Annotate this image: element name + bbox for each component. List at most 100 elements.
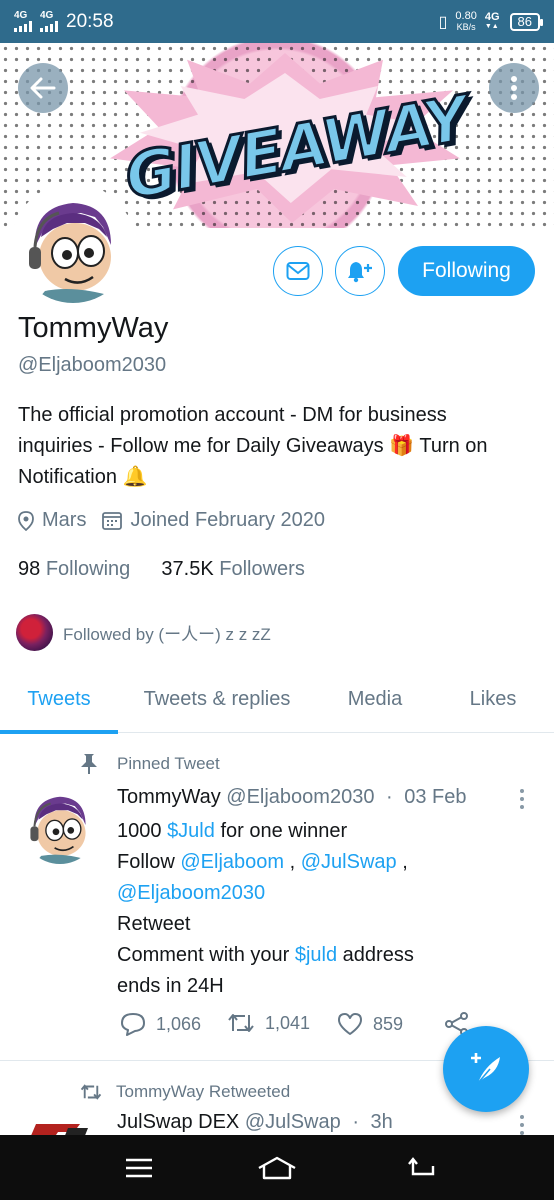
back-button[interactable]	[18, 63, 68, 113]
tab-likes[interactable]: Likes	[450, 665, 536, 733]
tab-tweets-replies[interactable]: Tweets & replies	[126, 665, 308, 733]
bell-plus-icon	[348, 262, 372, 283]
profile-handle: @Eljaboom2030	[18, 354, 167, 376]
network-speed: 0.80 KB/s	[455, 9, 477, 33]
mention-link[interactable]: @JulSwap	[301, 851, 397, 873]
tab-media[interactable]: Media	[330, 665, 420, 733]
tweet-header: TommyWay @Eljaboom2030 · 03 Feb	[117, 786, 467, 809]
following-count: 98	[18, 558, 41, 580]
notifications-button[interactable]	[335, 246, 385, 296]
speed-value: 0.80	[455, 9, 477, 22]
profile-name: TommyWay	[18, 312, 169, 344]
network-type-3: 4G	[484, 10, 500, 23]
tweet-author-name[interactable]: TommyWay	[117, 786, 221, 808]
following-button[interactable]: Following	[398, 246, 535, 296]
profile-meta: Mars Joined February 2020	[18, 509, 341, 532]
vibrate-icon: ▯	[438, 13, 448, 31]
tweet-text: ,	[402, 851, 408, 873]
compose-feather-icon	[471, 1053, 500, 1084]
retweeted-label-row: TommyWay Retweeted	[80, 1082, 290, 1102]
followers-label: Followers	[219, 558, 305, 580]
clock: 20:58	[66, 10, 114, 32]
back-nav-button[interactable]	[382, 1135, 462, 1200]
kebab-menu-icon	[511, 76, 517, 100]
follower-avatar	[16, 614, 53, 651]
tweet-author-handle: @Eljaboom2030	[226, 786, 375, 808]
network-type-1: 4G	[14, 10, 28, 21]
following-stat[interactable]: 98 Following	[18, 558, 130, 580]
tweet-time: 3h	[370, 1111, 393, 1133]
cartoon-avatar-icon	[15, 187, 131, 303]
battery-icon: 86	[509, 12, 544, 31]
tweet-menu-icon[interactable]	[519, 789, 525, 813]
retweet-icon	[228, 1014, 254, 1032]
location-text: Mars	[42, 509, 87, 531]
message-button[interactable]	[273, 246, 323, 296]
system-nav-bar	[0, 1135, 554, 1200]
joined-date: Joined February 2020	[130, 509, 326, 531]
profile-tabs: Tweets Tweets & replies Media Likes	[0, 665, 554, 734]
like-button[interactable]: 859	[337, 1012, 403, 1036]
tweet-text: Follow	[117, 851, 175, 873]
retweet-icon	[80, 1084, 102, 1100]
cell-signal-icon: 4G	[14, 11, 32, 32]
tweet-author-name[interactable]: JulSwap DEX	[117, 1111, 239, 1133]
tweet-menu-icon-2[interactable]	[519, 1115, 525, 1135]
bio-line-2a: inquiries - Follow me for Daily Giveaway…	[18, 435, 384, 457]
followers-count: 37.5K	[161, 558, 214, 580]
tweet-separator: ·	[386, 786, 393, 808]
pinned-label-row: Pinned Tweet	[80, 753, 220, 775]
home-button[interactable]	[237, 1135, 317, 1200]
gift-emoji: 🎁	[389, 435, 415, 457]
bio-line-3: Notification	[18, 466, 117, 488]
pinned-label: Pinned Tweet	[117, 754, 220, 773]
reply-count: 1,066	[156, 1013, 202, 1034]
tweet-body: 1000 $Juld for one winner Follow @Eljabo…	[117, 816, 517, 1002]
calendar-icon	[102, 512, 123, 530]
pin-icon	[81, 754, 97, 774]
tweet-text: ends in 24H	[117, 975, 224, 997]
network-type-2: 4G	[40, 10, 54, 21]
tweet-text: address	[342, 944, 414, 966]
recent-apps-button[interactable]	[99, 1135, 179, 1200]
status-bar: 4G 4G 20:58 ▯ 0.80 KB/s 4G ▼▲ 86	[0, 0, 554, 43]
retweet-button[interactable]: 1,041	[227, 1012, 310, 1034]
mention-link[interactable]: @Eljaboom	[180, 851, 284, 873]
tweet-text: 1000	[117, 820, 162, 842]
mail-icon	[286, 262, 310, 280]
menu-lines-icon	[126, 1158, 152, 1177]
location-pin-icon	[18, 510, 34, 531]
tweet-header-2: JulSwap DEX @JulSwap · 3h	[117, 1111, 393, 1134]
compose-tweet-button[interactable]	[443, 1026, 529, 1112]
profile-avatar[interactable]	[11, 183, 135, 307]
cashtag-link[interactable]: $Juld	[167, 820, 215, 842]
reply-icon	[121, 1013, 145, 1036]
arrow-left-icon	[30, 77, 56, 99]
followed-by-text: Followed by (ー人ー) z z zZ	[63, 625, 271, 644]
tweet-text: Retweet	[117, 913, 191, 935]
retweeted-label: TommyWay Retweeted	[116, 1082, 291, 1101]
followed-by-row[interactable]: Followed by (ー人ー) z z zZ	[16, 614, 271, 651]
data-activity-icon: 4G ▼▲	[484, 10, 500, 30]
mention-link[interactable]: @Eljaboom2030	[117, 882, 265, 904]
bio-line-1: The official promotion account - DM for …	[18, 404, 447, 426]
tab-tweets[interactable]: Tweets	[0, 665, 118, 734]
followers-stat[interactable]: 37.5K Followers	[161, 558, 304, 580]
cashtag-link[interactable]: $juld	[295, 944, 337, 966]
cell-signal-icon-2: 4G	[40, 11, 58, 32]
speed-unit: KB/s	[456, 21, 476, 32]
tweet-text: ,	[289, 851, 296, 873]
tweet-author-avatar[interactable]	[21, 786, 99, 864]
home-icon	[258, 1156, 296, 1179]
more-options-button[interactable]	[489, 63, 539, 113]
retweet-count: 1,041	[265, 1012, 311, 1033]
back-return-icon	[408, 1156, 435, 1175]
tweet-author-handle: @JulSwap	[244, 1111, 341, 1133]
bell-emoji: 🔔	[122, 466, 148, 488]
reply-button[interactable]: 1,066	[120, 1012, 201, 1036]
tweet-date: 03 Feb	[404, 786, 467, 808]
bio-line-2b: Turn on	[419, 435, 488, 457]
following-label: Following	[45, 558, 131, 580]
profile-bio: The official promotion account - DM for …	[18, 400, 538, 493]
cartoon-avatar-icon	[21, 786, 99, 864]
